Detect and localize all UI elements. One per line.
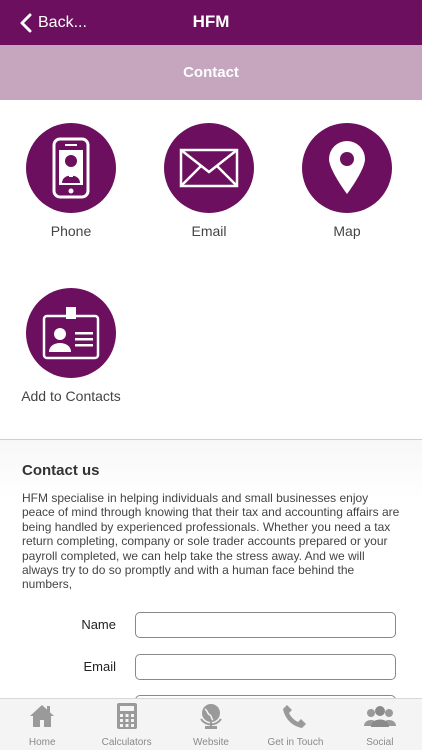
phone-action-circle (26, 123, 116, 213)
tab-get-in-touch[interactable]: Get in Touch (253, 699, 337, 750)
tab-social[interactable]: Social (338, 699, 422, 750)
add-to-contacts-action[interactable]: Add to Contacts (11, 288, 131, 404)
people-icon (363, 706, 396, 727)
name-row: Name (0, 612, 422, 640)
name-input[interactable] (135, 612, 396, 638)
telephone-handset-icon (283, 705, 307, 728)
phone-action[interactable]: Phone (11, 123, 131, 239)
contact-actions: Phone Email Map Add to Contacts (0, 100, 422, 440)
tab-home-label: Home (28, 737, 56, 748)
tab-website-label: Website (193, 737, 229, 748)
calculator-icon (116, 703, 137, 729)
add-to-contacts-circle (26, 288, 116, 378)
tab-website[interactable]: Website (169, 699, 253, 750)
tab-get-in-touch-label: Get in Touch (267, 737, 324, 748)
contact-card-icon (42, 307, 100, 360)
phone-icon (52, 137, 90, 199)
map-action[interactable]: Map (287, 123, 407, 239)
home-icon (30, 705, 55, 727)
contact-description: HFM specialise in helping individuals an… (22, 491, 400, 592)
envelope-icon (179, 148, 239, 188)
section-header: Contact (0, 45, 422, 100)
map-action-label: Map (333, 223, 361, 239)
phone-action-label: Phone (50, 223, 92, 239)
map-action-circle (302, 123, 392, 213)
email-action[interactable]: Email (149, 123, 269, 239)
email-label: Email (83, 659, 116, 674)
add-to-contacts-label: Add to Contacts (21, 388, 121, 404)
email-row: Email (0, 654, 422, 682)
contact-form-section: Contact us HFM specialise in helping ind… (0, 440, 422, 698)
globe-icon (200, 704, 222, 729)
email-action-label: Email (191, 223, 227, 239)
name-label: Name (81, 617, 116, 632)
tab-calculators[interactable]: Calculators (84, 699, 168, 750)
email-input[interactable] (135, 654, 396, 680)
map-pin-icon (329, 141, 365, 194)
tab-social-label: Social (366, 737, 394, 748)
section-header-title: Contact (183, 64, 239, 81)
navbar: Back... HFM (0, 0, 422, 45)
tab-bar: Home Calculators Website Get in Touch So… (0, 698, 422, 750)
page-title: HFM (192, 12, 230, 31)
tab-calculators-label: Calculators (101, 737, 152, 748)
tab-home[interactable]: Home (0, 699, 84, 750)
contact-title: Contact us (22, 462, 100, 479)
email-action-circle (164, 123, 254, 213)
